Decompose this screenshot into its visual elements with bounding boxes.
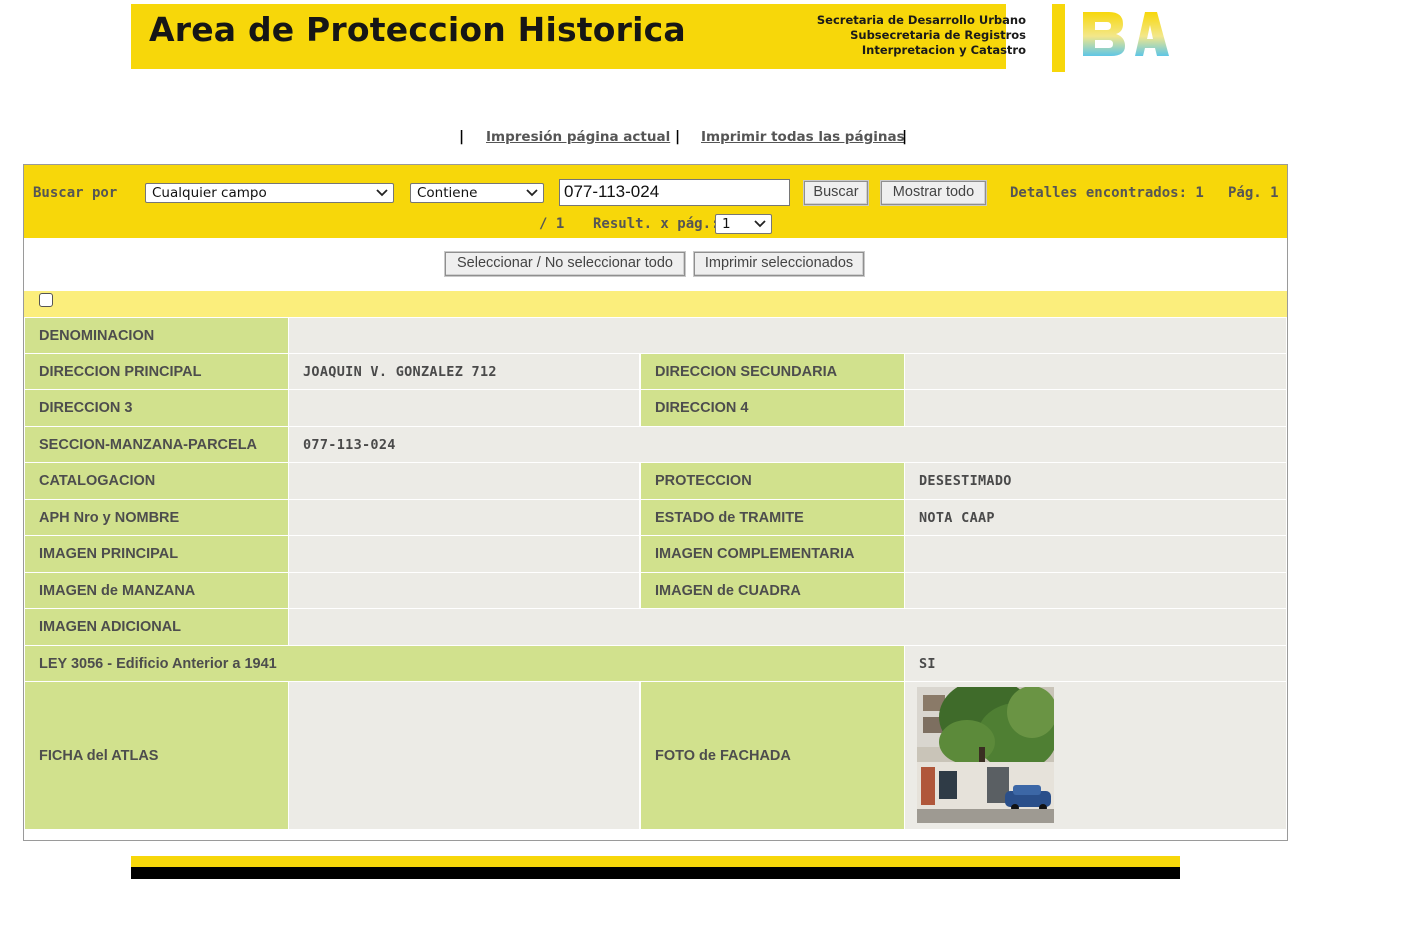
footer-yellow-band (131, 856, 1180, 867)
site-title: Area de Proteccion Historica (149, 10, 686, 49)
aph-label: APH Nro y NOMBRE (25, 500, 288, 535)
denominacion-label: DENOMINACION (25, 318, 288, 353)
separator: | (459, 129, 465, 145)
chevron-down-icon (376, 189, 388, 197)
search-bar: Buscar por Cualquier campo Contiene 077-… (24, 165, 1287, 238)
agency-line-2: Subsecretaria de Registros (850, 28, 1026, 42)
direccion-4-value (905, 390, 1286, 426)
imagen-principal-value (289, 536, 639, 572)
results-found-text: Detalles encontrados: 1 (1010, 185, 1204, 201)
current-page-text: Pág. 1 (1228, 185, 1279, 201)
direccion-secundaria-value (905, 354, 1286, 389)
print-selected-button[interactable]: Imprimir seleccionados (694, 252, 864, 276)
print-all-pages-link[interactable]: Imprimir todas las páginas (701, 129, 905, 145)
selection-strip (24, 291, 1287, 317)
imagen-cuadra-value (905, 573, 1286, 608)
direccion-3-label: DIRECCION 3 (25, 390, 288, 426)
search-button[interactable]: Buscar (804, 181, 868, 205)
ley-3056-value: SI (905, 646, 1286, 681)
per-page-select-value: 1 (722, 216, 731, 232)
total-pages-text: / 1 (539, 216, 565, 232)
smp-value: 077-113-024 (289, 427, 1286, 462)
search-by-label: Buscar por (33, 185, 118, 201)
imagen-complementaria-label: IMAGEN COMPLEMENTARIA (641, 536, 904, 572)
operator-select[interactable]: Contiene (410, 183, 544, 203)
print-current-page-link[interactable]: Impresión página actual (486, 129, 670, 145)
ba-logo-icon (1083, 12, 1169, 56)
select-all-button[interactable]: Seleccionar / No seleccionar todo (445, 252, 685, 276)
estado-tramite-value: NOTA CAAP (905, 500, 1286, 535)
agency-lines: Secretaria de Desarrollo Urbano Subsecre… (806, 13, 1026, 58)
direccion-3-value (289, 390, 639, 426)
imagen-adicional-label: IMAGEN ADICIONAL (25, 609, 288, 645)
agency-line-3: Interpretacion y Catastro (861, 43, 1026, 57)
catalogacion-value (289, 463, 639, 499)
estado-tramite-label: ESTADO de TRAMITE (641, 500, 904, 535)
ficha-atlas-label: FICHA del ATLAS (25, 682, 288, 829)
imagen-complementaria-value (905, 536, 1286, 572)
imagen-cuadra-label: IMAGEN de CUADRA (641, 573, 904, 608)
direccion-secundaria-label: DIRECCION SECUNDARIA (641, 354, 904, 389)
foto-fachada-label: FOTO de FACHADA (641, 682, 904, 829)
header-banner: Area de Proteccion Historica Secretaria … (131, 4, 1026, 69)
show-all-button[interactable]: Mostrar todo (881, 181, 986, 205)
smp-label: SECCION-MANZANA-PARCELA (25, 427, 288, 462)
catalogacion-label: CATALOGACION (25, 463, 288, 499)
direccion-principal-value: JOAQUIN V. GONZALEZ 712 (289, 354, 639, 389)
footer-black-band (131, 867, 1180, 879)
field-select-value: Cualquier campo (152, 185, 267, 201)
direccion-principal-label: DIRECCION PRINCIPAL (25, 354, 288, 389)
results-panel: Buscar por Cualquier campo Contiene 077-… (23, 164, 1288, 841)
proteccion-label: PROTECCION (641, 463, 904, 499)
direccion-4-label: DIRECCION 4 (641, 390, 904, 426)
chevron-down-icon (526, 189, 538, 197)
operator-select-value: Contiene (417, 185, 478, 201)
imagen-adicional-value (289, 609, 1286, 645)
separator: | (675, 129, 681, 145)
per-page-select[interactable]: 1 (715, 214, 772, 234)
facade-photo[interactable] (917, 687, 1054, 823)
ficha-atlas-value (289, 682, 639, 829)
record-checkbox[interactable] (39, 293, 53, 307)
field-select[interactable]: Cualquier campo (145, 183, 394, 203)
denominacion-value (289, 318, 1286, 353)
imagen-manzana-label: IMAGEN de MANZANA (25, 573, 288, 608)
aph-value (289, 500, 639, 535)
imagen-principal-label: IMAGEN PRINCIPAL (25, 536, 288, 572)
proteccion-value: DESESTIMADO (905, 463, 1286, 499)
agency-line-1: Secretaria de Desarrollo Urbano (816, 13, 1026, 27)
print-links-bar: | Impresión página actual | Imprimir tod… (0, 129, 1424, 149)
header-divider (1052, 4, 1065, 72)
search-input[interactable]: 077-113-024 (559, 179, 790, 206)
chevron-down-icon (754, 220, 766, 228)
per-page-label: Result. x pág.: (593, 216, 720, 232)
separator: | (902, 129, 908, 145)
ley-3056-label: LEY 3056 - Edificio Anterior a 1941 (25, 646, 904, 681)
imagen-manzana-value (289, 573, 639, 608)
